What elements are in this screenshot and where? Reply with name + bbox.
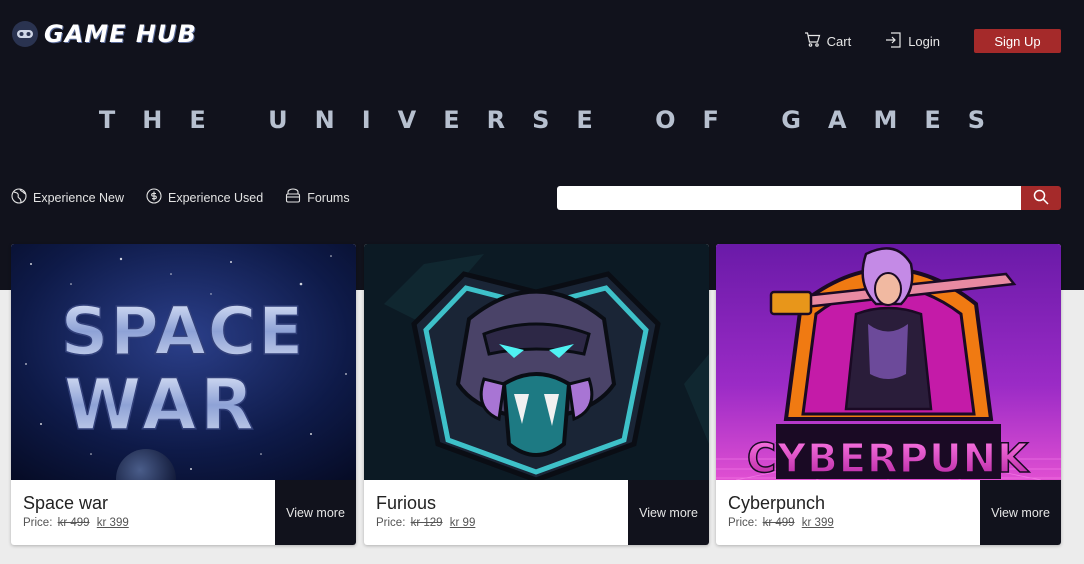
furious-cover-image[interactable] — [364, 244, 709, 480]
gamepad-icon — [12, 21, 38, 47]
game-title: Space war — [23, 493, 109, 513]
view-more-button[interactable]: View more — [980, 480, 1061, 545]
view-more-button[interactable]: View more — [275, 480, 356, 545]
globe-icon — [11, 188, 27, 207]
nav-experience-new-label: Experience New — [33, 190, 125, 205]
price-label: Price: — [376, 517, 406, 529]
search-button[interactable] — [1021, 186, 1061, 210]
header-nav: Cart Login Sign Up — [804, 29, 1061, 53]
new-price[interactable]: kr 99 — [450, 517, 476, 529]
view-more-button[interactable]: View more — [628, 480, 709, 545]
nav-forums-label: Forums — [307, 190, 350, 205]
price-label: Price: — [728, 517, 758, 529]
logo[interactable]: GAME HUB — [12, 20, 197, 48]
card-info: Furious Price: kr 129 kr 99 — [364, 480, 628, 545]
login-icon — [885, 31, 902, 51]
coin-icon — [146, 188, 162, 207]
login-link[interactable]: Login — [885, 31, 940, 51]
old-price: kr 129 — [410, 517, 443, 529]
price-line: Price: kr 499 kr 399 — [23, 517, 263, 529]
new-price[interactable]: kr 399 — [97, 517, 129, 529]
search-icon — [1033, 189, 1049, 208]
nav-forums[interactable]: Forums — [285, 188, 350, 207]
svg-text:SPACE: SPACE — [61, 293, 305, 370]
search-input[interactable] — [557, 186, 1021, 210]
svg-text:WAR: WAR — [64, 364, 258, 446]
cart-link[interactable]: Cart — [804, 32, 852, 50]
search-bar — [557, 186, 1061, 210]
login-label: Login — [908, 33, 940, 49]
hero-tagline: THE UNIVERSE OF GAMES — [98, 106, 1013, 134]
card-info: Space war Price: kr 499 kr 399 — [11, 480, 275, 545]
svg-text:CYBERPUNK: CYBERPUNK — [747, 436, 1030, 480]
sub-navigation: Experience New Experience Used Forums — [11, 188, 372, 207]
price-label: Price: — [23, 517, 53, 529]
game-card-cyberpunch: CYBERPUNK Cyberpunch Price: kr 499 kr 39… — [716, 244, 1061, 545]
price-line: Price: kr 129 kr 99 — [376, 517, 616, 529]
nav-experience-used[interactable]: Experience Used — [146, 188, 263, 207]
card-info: Cyberpunch Price: kr 499 kr 399 — [716, 480, 980, 545]
space-war-cover-image[interactable]: SPACE WAR — [11, 244, 356, 480]
forum-icon — [285, 188, 301, 207]
game-card-furious: Furious Price: kr 129 kr 99 View more — [364, 244, 709, 545]
nav-experience-used-label: Experience Used — [168, 190, 264, 205]
game-card-space-war: SPACE WAR Space war Price: kr 499 kr 399… — [11, 244, 356, 545]
price-line: Price: kr 499 kr 399 — [728, 517, 968, 529]
sign-up-button[interactable]: Sign Up — [974, 29, 1061, 53]
old-price: kr 499 — [57, 517, 90, 529]
cart-label: Cart — [826, 33, 852, 49]
cyberpunch-cover-image[interactable]: CYBERPUNK — [716, 244, 1061, 480]
logo-text: GAME HUB — [44, 20, 197, 48]
game-title: Cyberpunch — [728, 493, 826, 513]
old-price: kr 499 — [762, 517, 795, 529]
game-title: Furious — [376, 493, 437, 513]
nav-experience-new[interactable]: Experience New — [11, 188, 124, 207]
new-price[interactable]: kr 399 — [802, 517, 834, 529]
cart-icon — [804, 32, 821, 50]
